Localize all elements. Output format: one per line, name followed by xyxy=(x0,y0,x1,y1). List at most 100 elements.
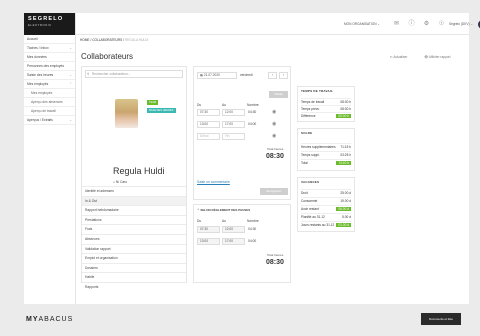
home-icon: ⌂ xyxy=(113,180,115,184)
sidebar-nav: Accueil Tâches / Inbox ⌄ Mes données Pers… xyxy=(24,35,75,125)
new-to-field[interactable]: Fin xyxy=(222,133,245,140)
col-to-header: Au xyxy=(222,103,227,107)
person-menu-item[interactable]: Identité et adresses xyxy=(82,186,186,196)
search-icon: ⚲ xyxy=(87,72,90,76)
stat-row: Jours restants au 31.12 01.00 d xyxy=(301,221,351,227)
add-comment-link[interactable]: Saisir un commentaire xyxy=(197,180,230,184)
chevron-down-icon: ⌄ xyxy=(69,73,72,77)
myabacus-logo: MYABACUS xyxy=(26,316,74,323)
breadcrumb-section[interactable]: COLLABORATEURS xyxy=(92,38,122,42)
brand-name: SEGRELO xyxy=(28,16,64,22)
time-from-field[interactable]: 07:30 xyxy=(197,109,220,116)
next-day-button[interactable]: › xyxy=(279,72,288,79)
vacation-title: VACANCES xyxy=(301,180,320,184)
duration-value: 04:30 xyxy=(248,227,257,231)
col-count-header: Nombre xyxy=(247,219,259,223)
save-button[interactable]: Enregistrer xyxy=(260,188,288,195)
person-menu-item[interactable]: Dossiers xyxy=(82,262,186,273)
eye-icon[interactable]: ◉ xyxy=(272,121,276,127)
duration-value: 04:00 xyxy=(248,122,257,126)
sidebar-item-employee-persons[interactable]: Personnes des employés xyxy=(24,62,75,71)
person-menu-item[interactable]: Habile xyxy=(82,272,186,282)
organization-selector[interactable]: MON ORGANISATION ⌄ xyxy=(344,20,380,29)
pause-rules-card: ⌃ SELON RÈGLEMENT DES PAUSES Du Au Nombr… xyxy=(193,204,291,283)
sidebar-item-my-data[interactable]: Mes données xyxy=(24,53,75,62)
col-count-header: Nombre xyxy=(247,103,259,107)
schedule-from-value: 07:30 xyxy=(197,226,220,233)
person-menu-item[interactable]: Frais xyxy=(82,224,186,234)
status-badge: BASE DES HEURES xyxy=(147,108,176,113)
show-report-button[interactable]: 👁 Afficher rapport xyxy=(424,55,451,59)
schedule-from-value: 13:00 xyxy=(197,238,220,245)
stat-row: Consommé 19.00 d xyxy=(301,197,351,203)
person-menu-item[interactable]: In & Out xyxy=(82,195,186,206)
sidebar: SEGRELO ELEKTRONIK Accueil Tâches / Inbo… xyxy=(24,13,76,304)
stat-row: Différence 00:00 h xyxy=(301,112,351,118)
validate-button[interactable]: Valider xyxy=(269,91,288,98)
schedule-to-value: 12:00 xyxy=(222,226,245,233)
balance-card: SOLDE Heures supplémentaires 71:15 h Temp… xyxy=(297,128,355,171)
search-input[interactable]: ⚲ Rechercher collaborateur... xyxy=(85,70,183,78)
brand-logo[interactable]: SEGRELO ELEKTRONIK xyxy=(24,13,75,35)
schedule-to-value: 17:00 xyxy=(222,238,245,245)
refresh-button[interactable]: ↻ Actualiser xyxy=(390,55,407,59)
sidebar-item-home[interactable]: Accueil xyxy=(24,35,75,44)
pause-rules-title[interactable]: ⌃ SELON RÈGLEMENT DES PAUSES xyxy=(197,208,250,212)
time-entry-card: ▦ 21.07.2020 vendredi ‹ › Valider Du Au … xyxy=(193,66,291,200)
person-menu-item[interactable]: Prestations xyxy=(82,214,186,225)
person-menu-item[interactable]: Absences xyxy=(82,233,186,244)
person-menu-item[interactable]: Emploi et organisation xyxy=(82,253,186,263)
total-label: Total heures xyxy=(267,253,284,257)
person-panel: ⚲ Rechercher collaborateur... TEAM BASE … xyxy=(81,66,187,289)
user-menu[interactable]: Segrelo (DEV) ⌄ xyxy=(449,20,473,29)
tools-icon[interactable]: ⚙ xyxy=(422,20,431,29)
sidebar-item-time-entry[interactable]: Saisie des heures ⌄ xyxy=(24,71,75,80)
person-menu: Identité et adresses In & Out Rapport he… xyxy=(82,186,186,292)
top-bar: MON ORGANISATION ⌄ ✉ ⓘ ⚙ ☉ Segrelo (DEV)… xyxy=(76,13,480,35)
employee-name: Regula Huldi xyxy=(113,166,165,176)
col-from-header: Du xyxy=(197,219,202,223)
time-from-field[interactable]: 13:00 xyxy=(197,121,220,128)
documents-button[interactable]: Documents et liste xyxy=(421,313,461,325)
globe-icon[interactable]: ☉ xyxy=(437,20,446,29)
stat-row: Total 74:40 h xyxy=(301,159,351,165)
duration-value: 04:30 xyxy=(248,110,257,114)
eye-icon[interactable]: ◉ xyxy=(272,109,276,115)
time-to-field[interactable]: 12:00 xyxy=(222,109,245,116)
sidebar-item-absences-overview[interactable]: Aperçu des absences xyxy=(24,98,75,107)
person-menu-item[interactable]: Rapports xyxy=(82,281,186,292)
breadcrumb: HOME / COLLABORATEURS / REGULA HULDI xyxy=(80,38,149,42)
total-value: 08:30 xyxy=(266,153,284,160)
eye-icon[interactable]: ◉ xyxy=(272,133,276,139)
person-menu-item[interactable]: Rapport hebdomadaire xyxy=(82,205,186,215)
breadcrumb-home[interactable]: HOME xyxy=(80,38,90,42)
col-to-header: Au xyxy=(222,219,227,223)
time-to-field[interactable]: 17:00 xyxy=(222,121,245,128)
stat-row: Droit 25.00 d xyxy=(301,189,351,195)
balance-title: SOLDE xyxy=(301,131,313,135)
stat-row: Temps suppl. 03:25 h xyxy=(301,151,351,157)
sidebar-item-my-employees-group[interactable]: Mes employés ⌃ xyxy=(24,80,75,89)
stat-row: Temps prévu 08:30 h xyxy=(301,105,351,111)
sidebar-item-extracts[interactable]: Aperçus / Extraits ⌄ xyxy=(24,116,75,125)
page-title: Collaborateurs xyxy=(81,52,134,61)
total-value: 08:30 xyxy=(266,259,284,266)
mail-icon[interactable]: ✉ xyxy=(392,20,401,29)
prev-day-button[interactable]: ‹ xyxy=(268,72,277,79)
work-time-card: TEMPS DE TRAVAIL Temps de travail 08:30 h… xyxy=(297,86,355,122)
sidebar-item-inbox[interactable]: Tâches / Inbox ⌄ xyxy=(24,44,75,53)
new-from-field[interactable]: Début xyxy=(197,133,220,140)
sidebar-item-my-employees[interactable]: Mes employés xyxy=(24,89,75,98)
employee-photo xyxy=(115,99,138,128)
date-field[interactable]: ▦ 21.07.2020 xyxy=(197,72,237,79)
chevron-down-icon: ⌄ xyxy=(69,118,72,122)
sidebar-item-work-overview[interactable]: Aperçu de travail xyxy=(24,107,75,116)
stat-row: Heures supplémentaires 71:15 h xyxy=(301,143,351,149)
weekday-label: vendredi xyxy=(240,73,253,77)
total-label: Total heures xyxy=(267,147,284,151)
col-from-header: Du xyxy=(197,103,202,107)
brand-tagline: ELEKTRONIK xyxy=(28,23,52,27)
vacation-card: VACANCES Droit 25.00 d Consommé 19.00 d Av… xyxy=(297,177,355,232)
help-icon[interactable]: ⓘ xyxy=(407,20,416,29)
person-menu-item[interactable]: Validation rapport xyxy=(82,243,186,254)
